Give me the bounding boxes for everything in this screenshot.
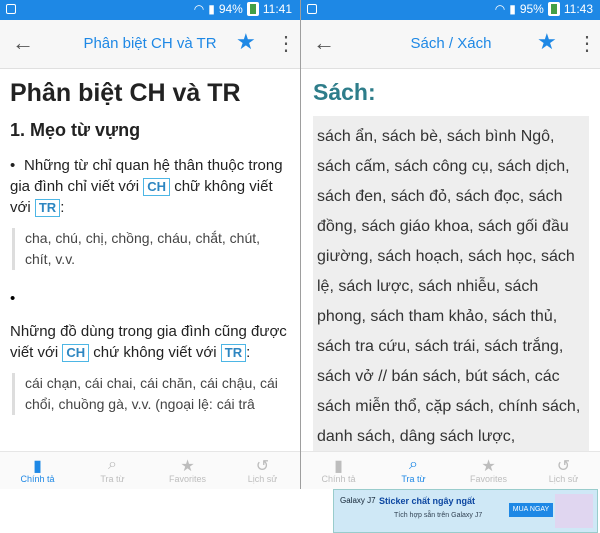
search-icon: ⌕	[409, 456, 418, 473]
signal-icon: ▮	[509, 2, 516, 16]
bullet: •	[10, 157, 16, 174]
clock: 11:43	[563, 2, 593, 16]
nav-item-tra-tu[interactable]: ⌕ Tra từ	[376, 452, 451, 489]
tag-ch: CH	[143, 178, 171, 196]
example-quote-2: cái chạn, cái chai, cái chăn, cái chậu, …	[12, 373, 290, 415]
bottom-navigation: ▮ Chính tả ⌕ Tra từ ★ Favorites ↺ Lịch sử	[301, 451, 600, 489]
nav-item-lich-su[interactable]: ↺ Lịch sử	[526, 452, 600, 489]
bullet-2: •	[10, 290, 16, 307]
nav-item-chinh-ta[interactable]: ▮ Chính tả	[301, 452, 376, 489]
nav-item-favorites[interactable]: ★ Favorites	[451, 452, 526, 489]
battery-percent: 94%	[218, 2, 243, 16]
tag-tr: TR	[34, 199, 61, 217]
nav-item-favorites[interactable]: ★ Favorites	[150, 452, 225, 489]
nav-item-chinh-ta[interactable]: ▮ Chính tả	[0, 452, 75, 489]
book-icon: ▮	[33, 458, 42, 475]
battery-icon	[547, 2, 560, 16]
ad-brand: Galaxy J7	[340, 496, 376, 505]
status-bar: ◠ ▮ 94% 11:41	[0, 0, 300, 20]
image-notification-icon	[6, 4, 16, 14]
back-arrow-icon[interactable]: ←	[313, 30, 335, 56]
right-screen: ◠ ▮ 95% 11:43 ← Sách / Xách ★ ⋮ Sách: sá…	[301, 0, 600, 489]
rule-paragraph-1: • Những từ chỉ quan hệ thân thuộc trong g…	[10, 157, 283, 217]
favorite-star-icon[interactable]: ★	[236, 29, 256, 55]
battery-icon	[246, 2, 259, 16]
app-bar: ← Sách / Xách ★ ⋮	[301, 20, 600, 69]
book-icon: ▮	[334, 458, 343, 475]
page-title: Phân biệt CH và TR	[10, 79, 241, 107]
tag-tr: TR	[220, 344, 247, 362]
wifi-icon: ◠	[193, 2, 205, 16]
history-icon: ↺	[556, 458, 571, 475]
search-icon: ⌕	[108, 456, 117, 473]
ad-subtitle: Tích hợp sẵn trên Galaxy J7	[394, 512, 483, 519]
rule-paragraph-2: Những đồ dùng trong gia đình cũng được v…	[10, 323, 287, 362]
ad-headline: Sticker chất ngây ngất	[379, 496, 476, 506]
article-content[interactable]: Phân biệt CH và TR 1. Mẹo từ vựng • Những…	[0, 69, 300, 451]
star-icon: ★	[180, 458, 195, 475]
more-options-icon[interactable]: ⋮	[276, 31, 296, 56]
wifi-icon: ◠	[494, 2, 506, 16]
appbar-title: Phân biệt CH và TR	[83, 35, 217, 52]
tag-ch: CH	[62, 344, 90, 362]
word-heading: Sách:	[313, 79, 376, 105]
example-quote-1: cha, chú, chị, chồng, cháu, chắt, chút, …	[12, 228, 290, 270]
bottom-navigation: ▮ Chính tả ⌕ Tra từ ★ Favorites ↺ Lịch sử	[0, 451, 300, 489]
battery-percent: 95%	[519, 2, 544, 16]
ad-banner[interactable]: Galaxy J7 Sticker chất ngây ngất Tích hợ…	[333, 489, 598, 533]
section-heading: 1. Mẹo từ vựng	[10, 120, 141, 140]
status-bar: ◠ ▮ 95% 11:43	[301, 0, 600, 20]
back-arrow-icon[interactable]: ←	[12, 30, 34, 56]
left-screen: ◠ ▮ 94% 11:41 ← Phân biệt CH và TR ★ ⋮ P…	[0, 0, 300, 489]
ad-cta-button[interactable]: MUA NGAY	[509, 503, 553, 517]
nav-item-lich-su[interactable]: ↺ Lịch sử	[225, 452, 300, 489]
favorite-star-icon[interactable]: ★	[537, 29, 557, 55]
appbar-title: Sách / Xách	[410, 35, 492, 52]
word-content[interactable]: Sách: sách ẩn, sách bè, sách bình Ngô, s…	[301, 69, 600, 451]
word-list-box: sách ẩn, sách bè, sách bình Ngô, sách cấ…	[313, 116, 589, 451]
ad-phone-image	[555, 494, 593, 528]
app-bar: ← Phân biệt CH và TR ★ ⋮	[0, 20, 300, 69]
nav-item-tra-tu[interactable]: ⌕ Tra từ	[75, 452, 150, 489]
more-options-icon[interactable]: ⋮	[577, 31, 597, 56]
signal-icon: ▮	[208, 2, 215, 16]
history-icon: ↺	[255, 458, 270, 475]
star-icon: ★	[481, 458, 496, 475]
image-notification-icon	[307, 4, 317, 14]
clock: 11:41	[262, 2, 292, 16]
